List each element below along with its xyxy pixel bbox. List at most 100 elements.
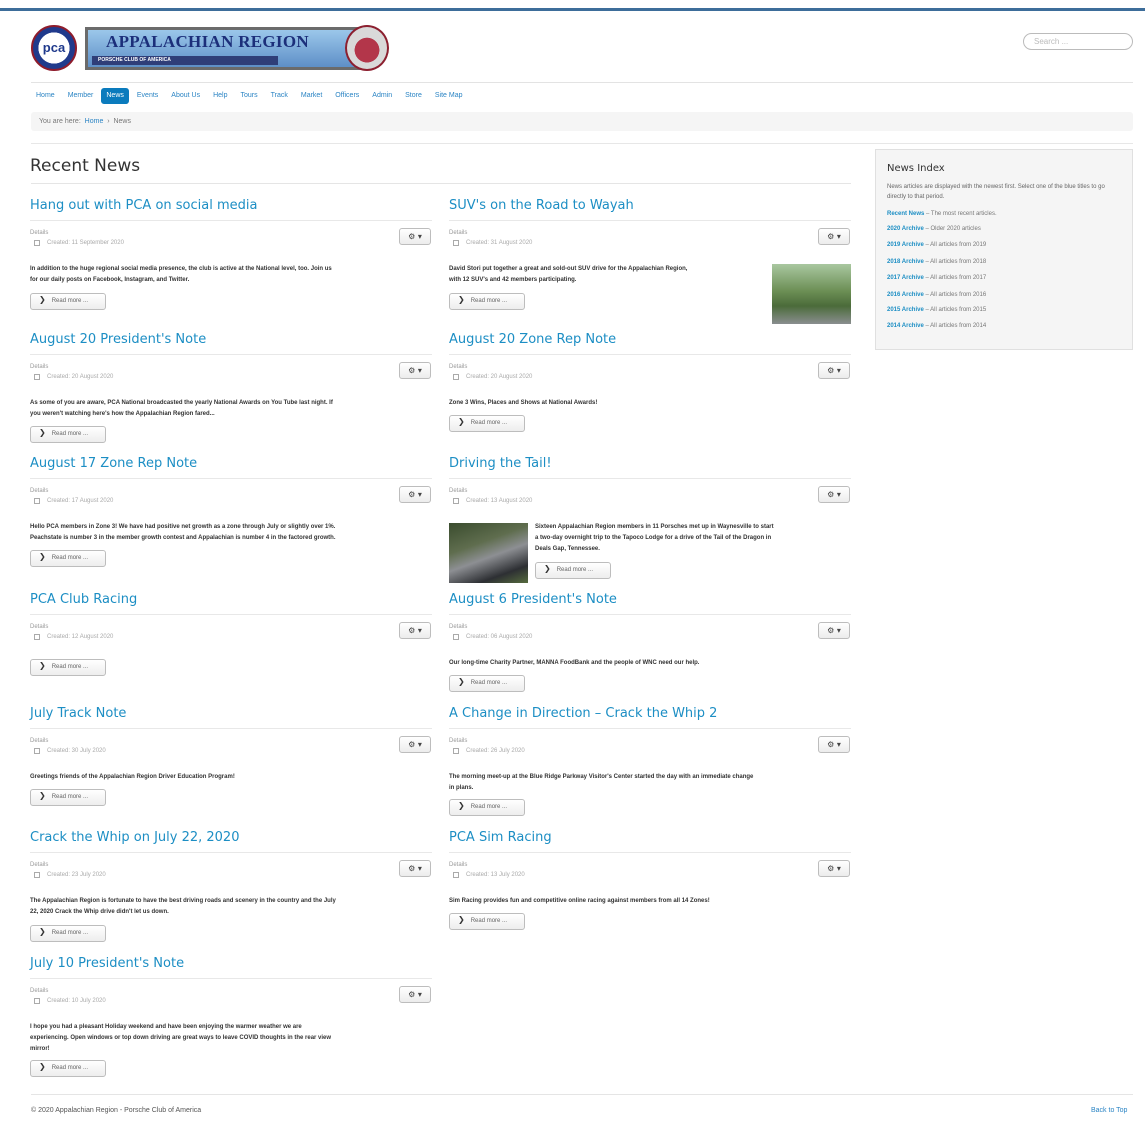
article-title-link[interactable]: SUV's on the Road to Wayah [449, 198, 634, 213]
news-index-archive-link[interactable]: 2015 Archive [887, 307, 924, 313]
pca-logo-icon: pca [31, 25, 77, 71]
nav-item-member[interactable]: Member [63, 88, 99, 104]
divider [30, 614, 432, 615]
nav-item-admin[interactable]: Admin [367, 88, 397, 104]
article-thumbnail-image[interactable] [449, 523, 528, 583]
article-details-label: Details [449, 624, 468, 630]
read-more-button[interactable]: ❯ Read more ... [449, 293, 525, 310]
read-more-button[interactable]: ❯ Read more ... [449, 913, 525, 930]
nav-item-site-map[interactable]: Site Map [430, 88, 468, 104]
article-tools-gear-button[interactable]: ⚙ ▾ [818, 860, 850, 877]
article-title-link[interactable]: August 6 President's Note [449, 592, 617, 607]
divider [449, 852, 851, 853]
article-title-link[interactable]: July 10 President's Note [30, 956, 184, 971]
calendar-icon [453, 634, 459, 640]
article-intro-text: Deals Gap, Tennessee. [535, 546, 600, 552]
search-input[interactable]: Search ... [1023, 33, 1133, 50]
read-more-button[interactable]: ❯ Read more ... [30, 293, 106, 310]
article-intro-text: Our long-time Charity Partner, MANNA Foo… [449, 660, 700, 666]
article-tools-gear-button[interactable]: ⚙ ▾ [399, 486, 431, 503]
news-index-archive-link[interactable]: 2020 Archive [887, 226, 924, 232]
news-index-item-description: – The most recent articles. [924, 211, 997, 217]
divider [449, 354, 851, 355]
article-tools-gear-button[interactable]: ⚙ ▾ [399, 736, 431, 753]
read-more-label: Read more ... [51, 298, 89, 304]
nav-item-track[interactable]: Track [266, 88, 293, 104]
article-created-date: Created: 11 September 2020 [47, 240, 124, 246]
nav-item-about-us[interactable]: About Us [166, 88, 205, 104]
nav-item-tours[interactable]: Tours [236, 88, 263, 104]
article-intro-text: with 12 SUV's and 42 members participati… [449, 277, 577, 283]
read-more-button[interactable]: ❯ Read more ... [30, 426, 106, 443]
news-index-archive-link[interactable]: Recent News [887, 211, 924, 217]
article-title-link[interactable]: Driving the Tail! [449, 456, 552, 471]
read-more-button[interactable]: ❯ Read more ... [535, 562, 611, 579]
article-thumbnail-image[interactable] [772, 264, 851, 324]
breadcrumb-home-link[interactable]: Home [85, 118, 104, 125]
nav-item-help[interactable]: Help [208, 88, 232, 104]
article-tools-gear-button[interactable]: ⚙ ▾ [399, 986, 431, 1003]
read-more-button[interactable]: ❯ Read more ... [30, 659, 106, 676]
article-title-link[interactable]: July Track Note [30, 706, 126, 721]
chevron-right-icon: ❯ [458, 417, 465, 426]
article-intro-text: Peachstate is number 3 in the member gro… [30, 535, 336, 541]
article-tools-gear-button[interactable]: ⚙ ▾ [818, 622, 850, 639]
read-more-button[interactable]: ❯ Read more ... [30, 925, 106, 942]
article-tools-gear-button[interactable]: ⚙ ▾ [818, 736, 850, 753]
news-index-item-description: – Older 2020 articles [923, 226, 981, 232]
article-title-link[interactable]: August 20 President's Note [30, 332, 206, 347]
article-title-link[interactable]: PCA Sim Racing [449, 830, 552, 845]
read-more-label: Read more ... [51, 794, 89, 800]
nav-item-news[interactable]: News [101, 88, 129, 104]
article-tools-gear-button[interactable]: ⚙ ▾ [399, 228, 431, 245]
read-more-button[interactable]: ❯ Read more ... [449, 675, 525, 692]
read-more-button[interactable]: ❯ Read more ... [30, 550, 106, 567]
back-to-top-link[interactable]: Back to Top [1091, 1107, 1127, 1114]
divider [31, 1094, 1133, 1095]
read-more-button[interactable]: ❯ Read more ... [449, 799, 525, 816]
article-created-date: Created: 17 August 2020 [47, 498, 114, 504]
footer-copyright: © 2020 Appalachian Region - Porsche Club… [31, 1107, 202, 1114]
article-tools-gear-button[interactable]: ⚙ ▾ [399, 362, 431, 379]
article-title-link[interactable]: August 17 Zone Rep Note [30, 456, 197, 471]
divider [31, 183, 851, 184]
article-tools-gear-button[interactable]: ⚙ ▾ [818, 228, 850, 245]
article-details-label: Details [449, 738, 468, 744]
article-tools-gear-button[interactable]: ⚙ ▾ [818, 486, 850, 503]
chevron-right-icon: ❯ [39, 295, 46, 304]
news-index-archive-link[interactable]: 2019 Archive [887, 242, 924, 248]
news-index-item: 2018 Archive – All articles from 2018 [887, 259, 986, 265]
article-title-link[interactable]: A Change in Direction – Crack the Whip 2 [449, 706, 717, 721]
article-intro-text: In addition to the huge regional social … [30, 266, 332, 272]
read-more-button[interactable]: ❯ Read more ... [30, 1060, 106, 1077]
article-tools-gear-button[interactable]: ⚙ ▾ [399, 860, 431, 877]
article-title-link[interactable]: August 20 Zone Rep Note [449, 332, 616, 347]
news-index-archive-link[interactable]: 2017 Archive [887, 275, 924, 281]
nav-item-events[interactable]: Events [132, 88, 163, 104]
article-tools-gear-button[interactable]: ⚙ ▾ [399, 622, 431, 639]
nav-item-market[interactable]: Market [296, 88, 327, 104]
calendar-icon [34, 872, 40, 878]
article-title-link[interactable]: PCA Club Racing [30, 592, 137, 607]
news-index-description: News articles are displayed with the new… [887, 184, 1105, 200]
nav-item-home[interactable]: Home [31, 88, 60, 104]
news-index-archive-link[interactable]: 2014 Archive [887, 323, 924, 329]
calendar-icon [453, 240, 459, 246]
calendar-icon [34, 634, 40, 640]
nav-item-officers[interactable]: Officers [330, 88, 364, 104]
article-created-date: Created: 12 August 2020 [47, 634, 114, 640]
article-tools-gear-button[interactable]: ⚙ ▾ [818, 362, 850, 379]
article-created-date: Created: 20 August 2020 [47, 374, 114, 380]
article-created-date: Created: 20 August 2020 [466, 374, 533, 380]
news-index-item-description: – All articles from 2017 [923, 275, 987, 281]
calendar-icon [34, 374, 40, 380]
calendar-icon [34, 498, 40, 504]
news-index-archive-link[interactable]: 2016 Archive [887, 292, 924, 298]
read-more-button[interactable]: ❯ Read more ... [30, 789, 106, 806]
read-more-button[interactable]: ❯ Read more ... [449, 415, 525, 432]
news-index-archive-link[interactable]: 2018 Archive [887, 259, 924, 265]
article-title-link[interactable]: Crack the Whip on July 22, 2020 [30, 830, 239, 845]
site-logo[interactable]: pca APPALACHIAN REGION PORSCHE CLUB OF A… [31, 24, 391, 74]
nav-item-store[interactable]: Store [400, 88, 427, 104]
article-title-link[interactable]: Hang out with PCA on social media [30, 198, 257, 213]
